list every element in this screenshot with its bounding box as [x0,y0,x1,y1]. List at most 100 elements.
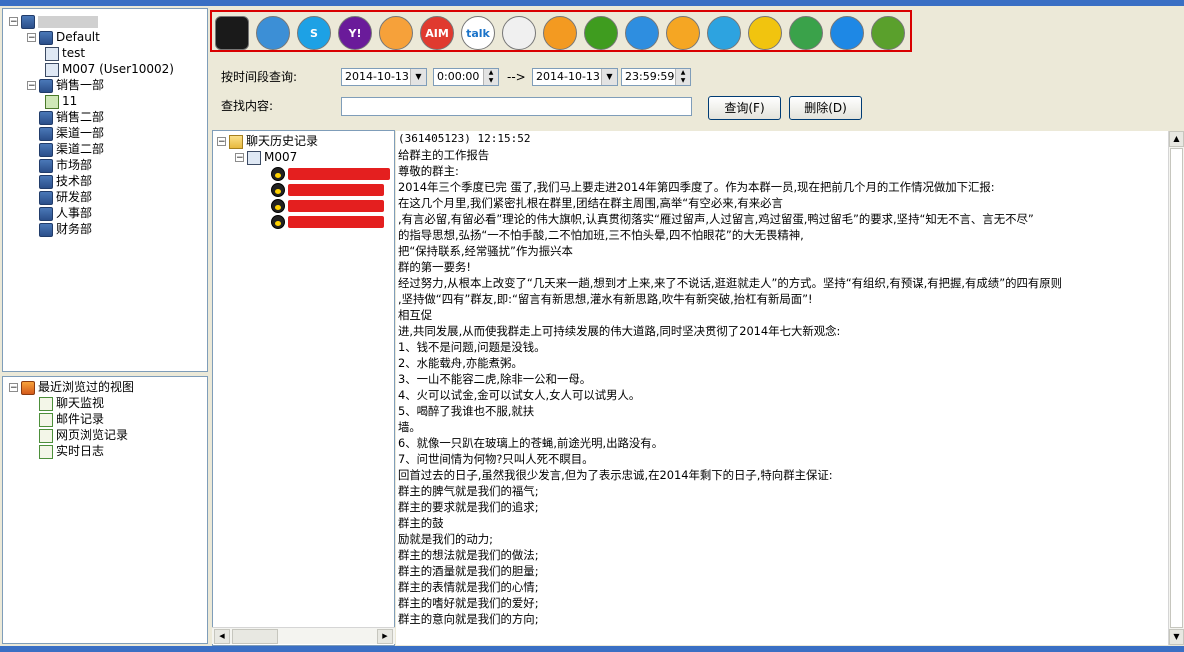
tree-group-item[interactable]: − Default [27,29,100,45]
tree-device-item[interactable]: test [45,45,85,61]
spin-up-icon[interactable]: ▲ [675,69,690,77]
recent-view-item[interactable]: 实时日志 [39,443,104,459]
tree-group-item[interactable]: 渠道二部 [27,141,104,157]
recent-view-label: 网页浏览记录 [56,428,129,442]
tree-root[interactable]: − [9,13,98,29]
tree-item-label: 人事部 [56,206,93,220]
robot-face-icon[interactable] [707,16,741,50]
google-talk-icon[interactable]: talk [461,16,495,50]
history-user-node[interactable]: − M007 [235,149,297,165]
tree-group-item[interactable]: 人事部 [27,205,92,221]
scroll-thumb[interactable] [1170,148,1183,628]
recent-views-label: 最近浏览过的视图 [38,380,135,394]
tree-item-label: 11 [62,94,78,108]
collapse-icon[interactable]: − [27,81,36,91]
end-time-spinner[interactable]: 23:59:59 ▲ ▼ [621,68,691,86]
query-button[interactable]: 查询(F) [708,96,781,120]
chat-header: (361405123) 12:15:52 [398,132,531,145]
collapse-icon[interactable]: − [235,153,244,163]
chat-line: 的指导思想,弘扬“一不怕手酸,二不怕加班,三不怕头晕,四不怕眼花”的大无畏精神, [398,228,804,242]
msn-icon[interactable] [256,16,290,50]
history-conversation-item[interactable] [271,181,384,197]
tree-group-item[interactable]: 渠道一部 [27,125,104,141]
chat-line: 群主的嗜好就是我们的爱好; [398,596,539,610]
start-date-picker[interactable]: 2014-10-13 ▼ [341,68,427,86]
chat-line: ,坚持做“四有”群友,即:“留言有新思想,灌水有新思路,吹牛有新突破,抬杠有新局… [398,292,813,306]
colorful-circle-icon[interactable] [830,16,864,50]
history-conversation-item[interactable] [271,197,384,213]
chat-line: 群主的意向就是我们的方向; [398,612,539,626]
tree-item-label: 技术部 [56,174,93,188]
group-icon [39,126,53,141]
tree-group-item[interactable]: − 销售一部 [27,77,104,93]
spin-up-icon[interactable]: ▲ [483,69,498,77]
tree-group-item[interactable]: 销售二部 [27,109,104,125]
chat-line: 4、火可以试金,金可以试女人,女人可以试男人。 [398,388,641,402]
scroll-up-icon[interactable]: ▲ [1169,131,1184,147]
device-tree-panel: − − Default test M007 (User10002) − 销售一部 11 销售二… [2,8,208,372]
group-icon [39,110,53,125]
delete-button[interactable]: 删除(D) [789,96,862,120]
chat-content-view[interactable]: (361405123) 12:15:52 给群主的工作报告 尊敬的群主: 2014… [396,131,1168,645]
scroll-left-icon[interactable]: ◀ [214,629,230,644]
history-user-label: M007 [264,150,298,164]
icq-flower-icon[interactable] [584,16,618,50]
yahoo-messenger-icon[interactable]: Y! [338,16,372,50]
computer-icon [45,62,59,77]
scroll-right-icon[interactable]: ▶ [377,629,393,644]
dropdown-arrow-icon[interactable]: ▼ [410,69,426,85]
aim-icon[interactable]: AIM [420,16,454,50]
leaf-icon[interactable] [748,16,782,50]
chat-line: 给群主的工作报告 [398,148,490,162]
spin-down-icon[interactable]: ▼ [675,77,690,85]
chat-history-tree: − 聊天历史记录 − M007 [212,130,395,646]
recent-view-item[interactable]: 邮件记录 [39,411,104,427]
view-icon [39,396,53,411]
end-date-picker[interactable]: 2014-10-13 ▼ [532,68,618,86]
redacted-conversation-name [288,183,384,196]
recent-view-item[interactable]: 网页浏览记录 [39,427,128,443]
tree-device-item[interactable]: M007 (User10002) [45,61,174,77]
tree-group-item[interactable]: 研发部 [27,189,92,205]
scroll-thumb[interactable] [232,629,278,644]
collapse-icon[interactable]: − [9,17,18,27]
history-root[interactable]: − 聊天历史记录 [217,133,318,149]
content-search-input[interactable] [341,97,692,116]
fetion-bird-icon[interactable] [502,16,536,50]
history-conversation-item[interactable] [271,165,390,181]
history-horizontal-scrollbar[interactable]: ◀ ▶ [212,627,395,644]
view-icon [39,428,53,443]
recent-view-label: 聊天监视 [56,396,105,410]
skype-icon[interactable]: S [297,16,331,50]
history-folder-icon [229,134,243,149]
qq-icon [271,166,285,181]
start-time-spinner[interactable]: 0:00:00 ▲ ▼ [433,68,499,86]
tree-item-label: 渠道二部 [56,142,105,156]
group-icon [39,142,53,157]
history-conversation-item[interactable] [271,213,384,229]
collapse-icon[interactable]: − [9,383,18,393]
recent-views-root[interactable]: − 最近浏览过的视图 [9,379,134,395]
ali-wangwang-icon[interactable] [379,16,413,50]
spin-down-icon[interactable]: ▼ [483,77,498,85]
tree-group-item[interactable]: 技术部 [27,173,92,189]
tree-group-item[interactable]: 财务部 [27,221,92,237]
bubble-icon[interactable] [625,16,659,50]
recent-view-item[interactable]: 聊天监视 [39,395,104,411]
chat-vertical-scrollbar[interactable]: ▲ ▼ [1168,131,1184,645]
qq-icon[interactable] [215,16,249,50]
chat-line: 6、就像一只趴在玻璃上的苍蝇,前途光明,出路没有。 [398,436,664,450]
collapse-icon[interactable]: − [217,137,226,147]
chat-line: 群主的表情就是我们的心情; [398,580,539,594]
chat-bubbles-icon[interactable] [789,16,823,50]
dropdown-arrow-icon[interactable]: ▼ [601,69,617,85]
tree-group-item[interactable]: 市场部 [27,157,92,173]
computer-icon [45,46,59,61]
tree-device-item[interactable]: 11 [45,93,77,109]
download-icon[interactable] [871,16,905,50]
collapse-icon[interactable]: − [27,33,36,43]
redacted-root-label [38,15,98,28]
scroll-down-icon[interactable]: ▼ [1169,629,1184,645]
acorn-icon[interactable] [543,16,577,50]
chat-ball-icon[interactable] [666,16,700,50]
